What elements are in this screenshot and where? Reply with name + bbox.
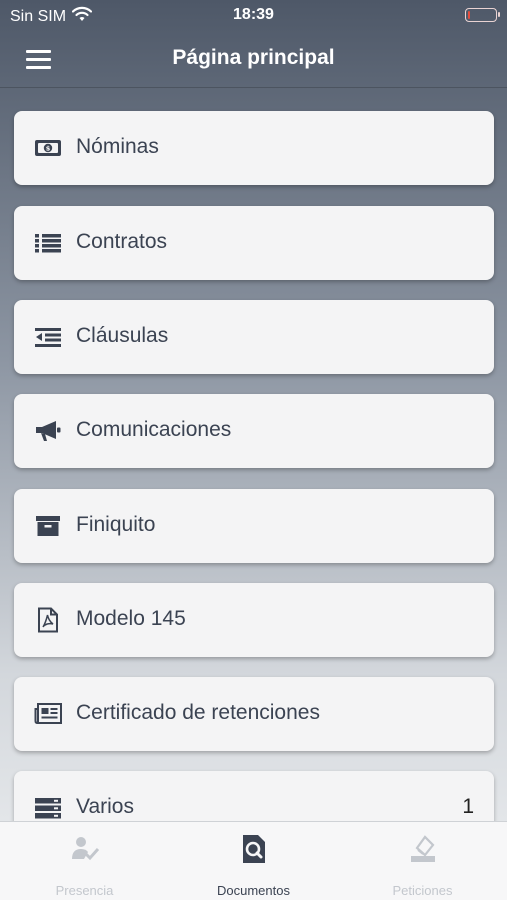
list-item-label: Nóminas	[76, 135, 159, 158]
banknote-icon: $	[34, 135, 62, 161]
list-item-finiquito[interactable]: Finiquito	[14, 489, 494, 563]
list-item-label: Contratos	[76, 230, 168, 253]
tab-label: Documentos	[217, 883, 290, 898]
server-stack-icon	[34, 795, 62, 821]
list-item-label: Certificado de retenciones	[76, 701, 320, 724]
svg-text:$: $	[46, 145, 51, 153]
newspaper-icon	[34, 701, 62, 727]
list-item-modelo-145[interactable]: Modelo 145	[14, 583, 494, 657]
list-item-label: Modelo 145	[76, 607, 186, 630]
tab-peticiones[interactable]: Peticiones	[338, 822, 507, 900]
list-item-label: Finiquito	[76, 513, 156, 536]
status-bar: Sin SIM 18:39	[0, 0, 507, 32]
archive-box-icon	[34, 513, 62, 539]
user-check-icon	[0, 834, 169, 864]
list-item-label: Cláusulas	[76, 324, 169, 347]
document-search-icon	[169, 834, 338, 864]
list-item-label: Comunicaciones	[76, 418, 232, 441]
count-badge: 1	[462, 795, 474, 818]
list-item-nominas[interactable]: $ Nóminas	[14, 111, 494, 185]
list-item-clausulas[interactable]: Cláusulas	[14, 300, 494, 374]
outdent-icon	[34, 324, 62, 350]
tab-bar: Presencia Documentos Peticiones	[0, 821, 507, 900]
page-title: Página principal	[172, 46, 335, 69]
megaphone-icon	[34, 418, 62, 444]
list-item-label: Varios	[76, 795, 134, 818]
list-item-varios[interactable]: Varios 1	[14, 771, 494, 821]
battery-icon	[465, 8, 500, 22]
pdf-file-icon	[34, 607, 62, 633]
tab-presencia[interactable]: Presencia	[0, 822, 169, 900]
eraser-icon	[338, 834, 507, 864]
tab-label: Peticiones	[392, 883, 453, 898]
tab-label: Presencia	[55, 883, 114, 898]
tab-documentos[interactable]: Documentos	[169, 822, 338, 900]
list-item-contratos[interactable]: Contratos	[14, 206, 494, 280]
nav-bar: Página principal	[0, 32, 507, 88]
list-item-certificado[interactable]: Certificado de retenciones	[14, 677, 494, 751]
battery-level	[468, 11, 470, 19]
list-item-comunicaciones[interactable]: Comunicaciones	[14, 394, 494, 468]
clock: 18:39	[233, 6, 274, 23]
list-icon	[34, 230, 62, 256]
document-category-list: $ Nóminas Contratos Cláusulas Comunicaci…	[0, 88, 507, 821]
